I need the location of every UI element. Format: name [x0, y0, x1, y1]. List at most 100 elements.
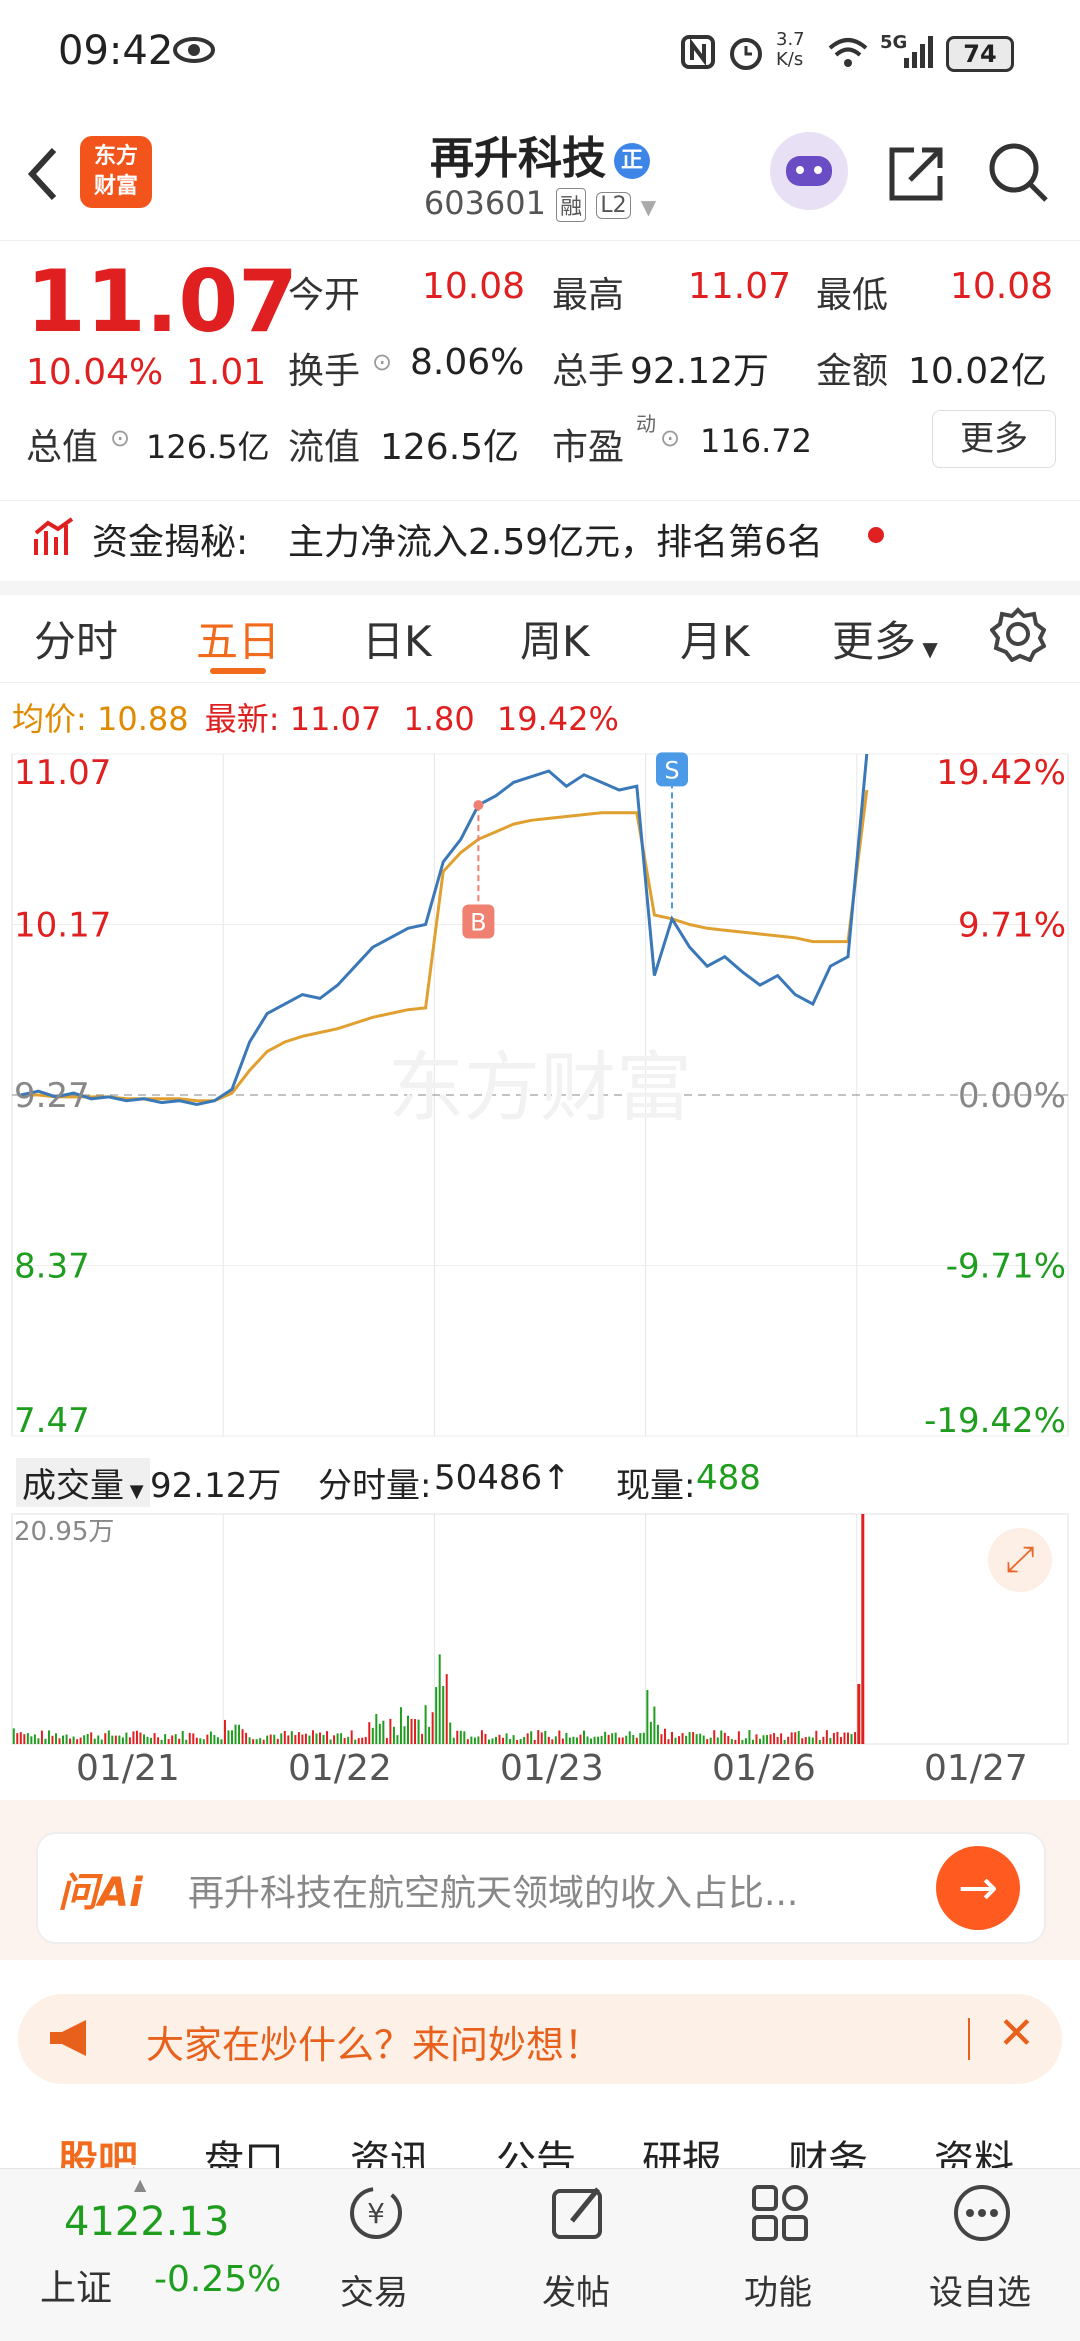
y-tick-label: 7.47	[14, 1401, 90, 1441]
hot-topic-text: 大家在炒什么？来问妙想！	[146, 2023, 603, 2067]
edit-icon	[552, 2187, 602, 2239]
index-value: 4122.13	[64, 2199, 230, 2245]
ai-question-box[interactable]: 问Ai 再升科技在航空航天领域的收入占比...	[36, 1832, 1046, 1944]
status-bar: 09:42 3.7 K/s 5G 74	[0, 0, 1080, 100]
now-volume-value: 488	[696, 1458, 761, 1498]
tab-orderbook[interactable]: 盘口	[204, 2128, 284, 2170]
settings-icon[interactable]	[990, 606, 1046, 662]
open-label: 今开	[288, 275, 361, 316]
avg-label: 均价:	[12, 700, 87, 738]
tab-finance[interactable]: 财务	[788, 2128, 868, 2170]
turnover-value: 8.06%	[410, 342, 525, 383]
more-dots-icon	[954, 2185, 1010, 2241]
high-value: 11.07	[688, 266, 792, 307]
price-chart[interactable]: 东方财富 11.07 19.42% 10.17 9.71% 9.27 0.00% 8.37 -…	[0, 744, 1080, 1444]
tab-profile[interactable]: 资料	[934, 2128, 1014, 2170]
date-label: 01/27	[924, 1748, 1028, 1789]
expand-icon[interactable]: ⤢	[988, 1528, 1052, 1592]
tab-monthly-k[interactable]: 月K	[680, 608, 750, 669]
open-value: 10.08	[422, 266, 526, 307]
tab-five-day[interactable]: 五日	[196, 608, 280, 669]
tab-weekly-k[interactable]: 周K	[520, 608, 590, 669]
signal-icon	[904, 36, 933, 68]
bottom-bar: ▲ 4122.13 上证 -0.25% ¥ 交易 发帖 功能 设自选	[0, 2168, 1080, 2341]
wifi-icon	[828, 38, 868, 67]
high-label: 最高	[552, 275, 625, 316]
net-speed: 3.7 K/s	[776, 29, 805, 70]
mktcap-value: 126.5亿	[146, 428, 270, 466]
info-icon[interactable]: ⊙	[372, 348, 392, 376]
amount-label: 金额	[816, 351, 889, 392]
tab-daily-k[interactable]: 日K	[362, 608, 432, 669]
eye-icon	[173, 37, 215, 63]
tab-intraday[interactable]: 分时	[34, 608, 118, 669]
buy-marker-label: B	[470, 909, 486, 937]
amount-value: 10.02亿	[908, 351, 1048, 392]
tab-research[interactable]: 研报	[642, 2128, 722, 2170]
y-tick-label-pct: -9.71%	[946, 1247, 1066, 1287]
fund-flow-row[interactable]: 资金揭秘: 主力净流入2.59亿元，排名第6名	[0, 500, 1080, 595]
tab-forum[interactable]: 股吧	[58, 2128, 138, 2170]
chart-info-row: 均价: 10.88 最新: 11.07 1.80 19.42%	[12, 694, 619, 740]
nav-label: 交易	[340, 2273, 408, 2313]
new-dot	[868, 527, 884, 543]
low-label: 最低	[816, 275, 889, 316]
section-tabs: 股吧 盘口 资讯 公告 研报 财务 资料	[0, 2110, 1080, 2170]
tab-announcements[interactable]: 公告	[496, 2128, 576, 2170]
volume-chart[interactable]: 20.95万	[0, 1510, 1080, 1750]
volume-header: 成交量 ▼ 92.12万 分时量: 50486↑ 现量: 488	[0, 1454, 1080, 1508]
info-icon[interactable]: ⊙	[110, 424, 130, 452]
tab-indicator	[210, 668, 266, 674]
share-icon[interactable]	[884, 142, 948, 206]
y-tick-label: 8.37	[14, 1247, 90, 1287]
nav-features[interactable]: 功能	[708, 2169, 848, 2339]
nav-post[interactable]: 发帖	[506, 2169, 646, 2339]
search-icon[interactable]	[986, 140, 1050, 204]
index-change: -0.25%	[154, 2259, 282, 2300]
close-icon[interactable]: ✕	[998, 2008, 1035, 2059]
nav-trade[interactable]: ¥ 交易	[304, 2169, 444, 2339]
low-value: 10.08	[950, 266, 1054, 307]
l2-tag: L2	[596, 191, 631, 219]
ai-submit-button[interactable]: →	[936, 1846, 1020, 1930]
turnover-label: 换手	[288, 351, 361, 392]
nav-label: 发帖	[542, 2273, 610, 2313]
more-quote-button[interactable]: 更多	[932, 410, 1056, 468]
pe-dynamic-tag: 动	[636, 412, 656, 436]
volume-selector[interactable]: 成交量 ▼	[16, 1458, 150, 1507]
fund-label: 资金揭秘:	[92, 522, 249, 563]
y-tick-label-pct: 0.00%	[958, 1076, 1066, 1116]
battery-icon: 74	[946, 36, 1014, 72]
date-label: 01/21	[76, 1748, 180, 1789]
buy-marker-dot	[473, 800, 484, 811]
volume-label: 总手	[552, 351, 625, 392]
nav-label: 设自选	[929, 2273, 1031, 2313]
info-icon[interactable]: ⊙	[660, 424, 680, 452]
mktcap-label: 总值	[26, 427, 99, 468]
stock-code: 603601	[423, 184, 546, 222]
nav-watchlist[interactable]: 设自选	[910, 2169, 1050, 2339]
current-price: 11.07	[26, 252, 299, 352]
y-tick-label: 10.17	[14, 906, 111, 946]
last-change: 1.80	[403, 700, 475, 738]
volume-total: 92.12万	[150, 1466, 282, 1506]
nfc-icon	[681, 35, 715, 69]
status-time: 09:42	[58, 28, 174, 74]
y-tick-label-pct: -19.42%	[924, 1401, 1066, 1441]
date-label: 01/23	[500, 1748, 604, 1789]
sell-marker-label: S	[664, 756, 679, 784]
assistant-avatar[interactable]	[770, 132, 848, 210]
last-change-pct: 19.42%	[496, 700, 619, 738]
fund-text: 主力净流入2.59亿元，排名第6名	[288, 522, 824, 563]
tab-news[interactable]: 资讯	[350, 2128, 430, 2170]
fund-chart-icon	[34, 517, 74, 555]
divider	[968, 2018, 970, 2060]
chart-tabs: 分时 五日 日K 周K 月K 更多 ▼	[0, 590, 1080, 683]
index-ticker[interactable]: ▲ 4122.13 上证 -0.25%	[30, 2175, 290, 2335]
volume-frame	[11, 1513, 1069, 1745]
trade-icon: ¥	[350, 2187, 402, 2239]
tab-more[interactable]: 更多 ▼	[832, 608, 938, 669]
dropdown-icon: ▼	[640, 195, 657, 219]
alarm-icon	[730, 38, 762, 70]
hot-topic-banner[interactable]: 大家在炒什么？来问妙想！ ✕	[18, 1994, 1062, 2084]
